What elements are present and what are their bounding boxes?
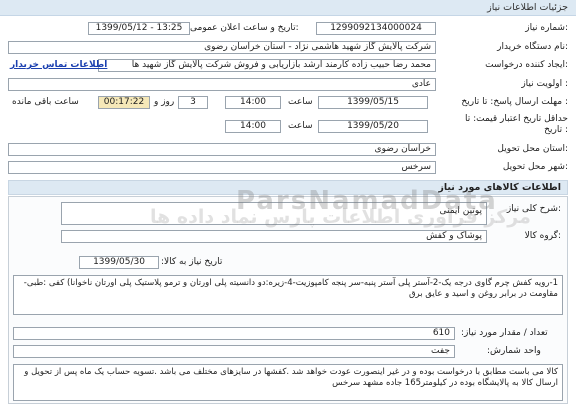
buyer-field: شرکت پالایش گاز شهید هاشمی نژاد - استان …	[8, 41, 436, 54]
need-number-field: 1299092134000024	[316, 22, 436, 35]
deadline-time-label: ساعت	[288, 97, 313, 107]
goods-section-header: اطلاعات کالاهای مورد نیاز	[8, 180, 568, 195]
validity-date-field: 1399/05/20	[318, 120, 428, 133]
city-field: سرخس	[8, 161, 436, 174]
priority-label: اولویت نیاز :	[521, 79, 568, 89]
page-title: جزئیات اطلاعات نیاز	[487, 2, 568, 13]
unit-label: واحد شمارش:	[487, 346, 541, 356]
qty-label: تعداد / مقدار مورد نیاز:	[461, 328, 548, 338]
need-date-label: تاریخ نیاز به کالا:	[161, 257, 223, 267]
time-remaining-field: 00:17:22	[98, 96, 150, 109]
need-number-label: شماره نیاز:	[525, 23, 568, 33]
days-remaining-field: 3	[178, 96, 208, 109]
province-label: استان محل تحویل:	[497, 144, 568, 154]
page-header: جزئیات اطلاعات نیاز	[0, 0, 576, 16]
validity-label: حداقل تاریخ اعتبار قیمت: تا تاریخ :	[465, 114, 568, 135]
summary-label: شرح کلی نیاز:	[506, 204, 561, 214]
deadline-date-field: 1399/05/15	[318, 96, 428, 109]
creator-label: ایجاد کننده درخواست:	[485, 60, 568, 70]
announce-field: 1399/05/12 - 13:25	[88, 22, 190, 35]
validity-time-label: ساعت	[288, 121, 313, 131]
qty-field: 610	[13, 327, 455, 340]
announce-label: تاریخ و ساعت اعلان عمومی:	[190, 23, 299, 33]
city-label: شهر محل تحویل:	[502, 162, 568, 172]
goods-section-title: اطلاعات کالاهای مورد نیاز	[438, 182, 561, 193]
unit-field: جفت	[13, 345, 455, 358]
buyer-notes: کالا می باست مطابق با درخواست بوده و در …	[13, 364, 563, 401]
province-field: خراسان رضوی	[8, 143, 436, 156]
time-remaining-label: ساعت باقی مانده	[12, 97, 79, 107]
priority-field: عادی	[8, 78, 436, 91]
creator-field: محمد رضا حبیب زاده کارمند ارشد بازاریابی…	[98, 59, 436, 72]
goods-description: 1-رویه کفش چرم گاوی درجه یک-2-آستر پلی آ…	[13, 275, 563, 315]
group-label: گروه کالا:	[524, 231, 561, 241]
goods-panel: شرح کلی نیاز: پوتین ایمنی گروه کالا: پوش…	[8, 196, 568, 404]
group-field: پوشاک و کفش	[61, 230, 487, 243]
buyer-label: نام دستگاه خریدار:	[497, 42, 568, 52]
buyer-contact-link[interactable]: اطلاعات تماس خریدار	[10, 60, 107, 70]
validity-time-field: 14:00	[225, 120, 281, 133]
deadline-time-field: 14:00	[225, 96, 281, 109]
summary-field: پوتین ایمنی	[61, 202, 487, 225]
days-label: روز و	[154, 97, 175, 107]
deadline-label: مهلت ارسال پاسخ: تا تاریخ :	[461, 97, 568, 107]
need-date-field: 1399/05/30	[79, 256, 159, 269]
